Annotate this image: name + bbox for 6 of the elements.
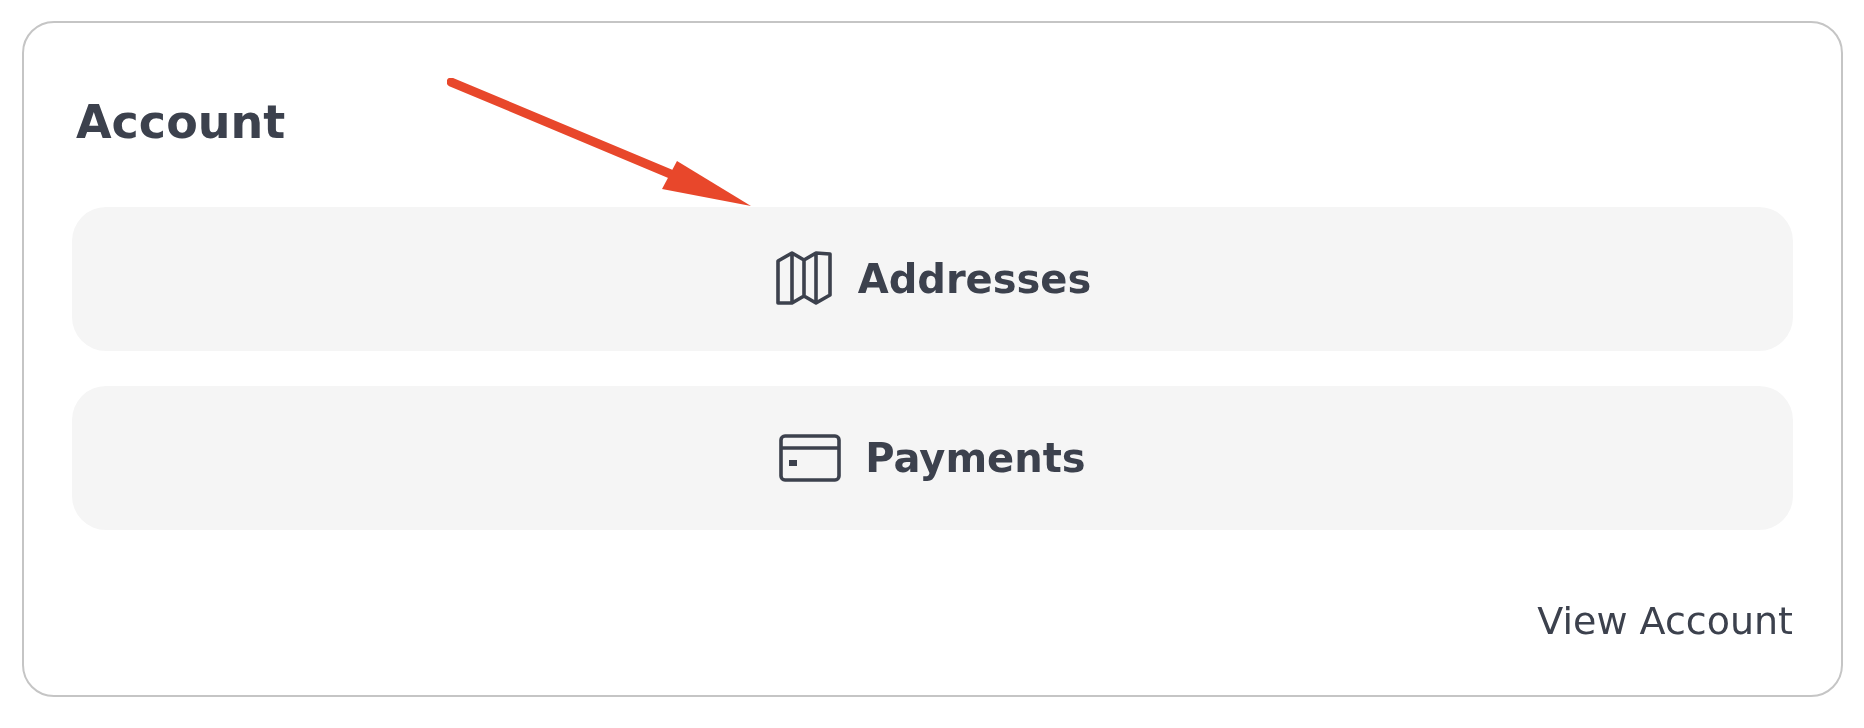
view-account-link[interactable]: View Account (1537, 599, 1793, 643)
card-title: Account (76, 95, 287, 149)
credit-card-icon (779, 434, 842, 482)
menu-button[interactable]: Payments (72, 386, 1793, 530)
menu-button[interactable]: Addresses (72, 207, 1793, 351)
map-icon (773, 251, 834, 307)
